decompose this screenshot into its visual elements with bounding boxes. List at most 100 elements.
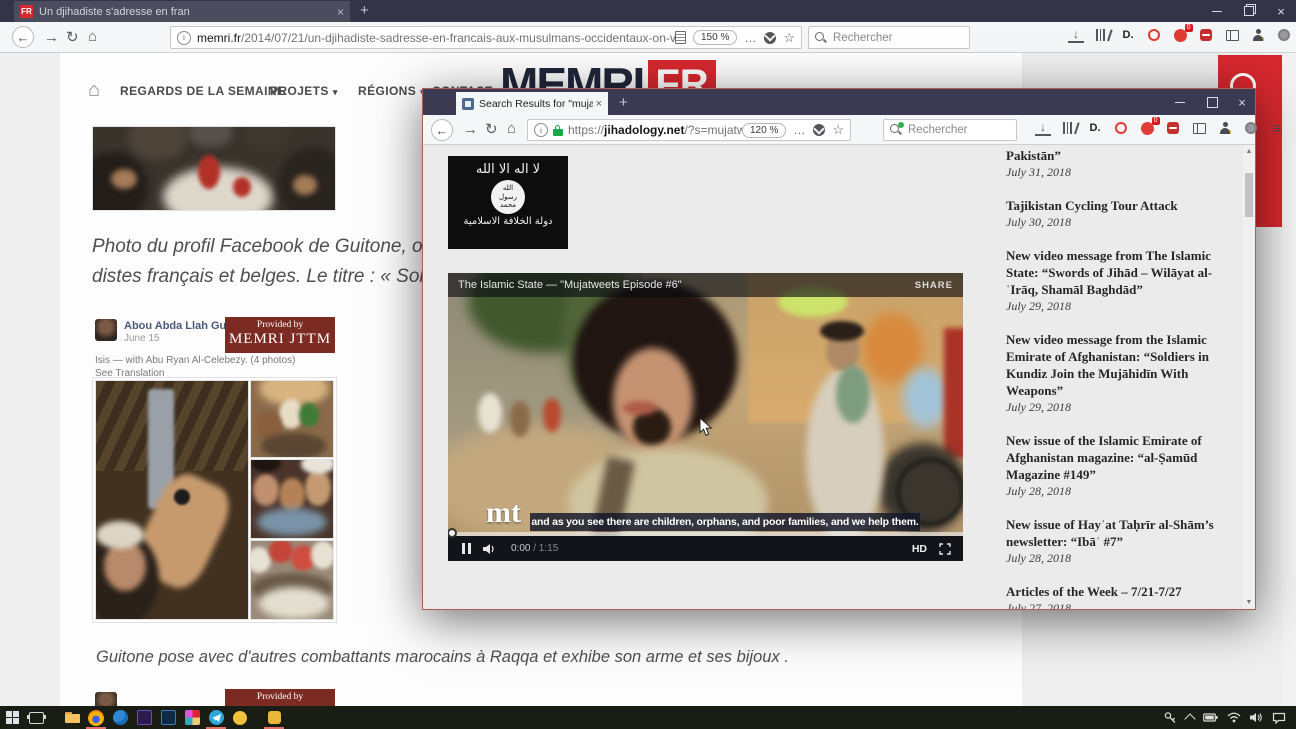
bg-back-button[interactable]: ← [12,26,34,48]
bg-reload-button[interactable]: ↻ [66,30,79,45]
fg-url-bar[interactable]: i https://jihadology.net/?s=mujatweet 12… [527,119,851,141]
fg-page-scrollbar[interactable]: ▲ ▼ [1243,145,1255,609]
task-view-button[interactable] [24,706,48,729]
fg-close-button[interactable]: × [1227,92,1257,112]
memri-home-icon[interactable]: ⌂ [88,80,100,100]
premiere-button[interactable] [132,706,156,729]
page-actions-icon[interactable]: … [744,31,757,45]
tray-expand-icon[interactable] [1184,713,1195,724]
downloads-icon[interactable]: ↓ [1068,28,1084,43]
fg-new-tab-button[interactable]: + [619,93,628,113]
article-link[interactable]: New video message from The Islamic State… [1006,247,1238,298]
extension-d-icon[interactable]: D. [1087,120,1103,136]
extension-o-icon[interactable] [1146,27,1162,43]
volume-icon[interactable] [483,543,497,555]
hd-button[interactable]: HD [912,543,927,555]
battery-icon[interactable] [1203,712,1218,723]
bg-close-button[interactable]: × [1266,1,1296,21]
fg-forward-button[interactable]: → [463,122,478,137]
bg-minimize-button[interactable] [1202,1,1232,21]
bg-home-button[interactable]: ⌂ [88,29,97,44]
article-link[interactable]: Articles of the Week – 7/21-7/27 [1006,583,1238,600]
photoshop-button[interactable] [156,706,180,729]
bg-tab-close-icon[interactable]: × [337,5,344,19]
bg-tab-memri[interactable]: FR Un djihadiste s'adresse en fran × [14,1,350,22]
fg-reload-button[interactable]: ↻ [485,122,498,137]
media-app-button[interactable] [180,706,204,729]
bg-forward-button[interactable]: → [44,30,59,45]
extension-blocker-icon[interactable] [1198,27,1214,43]
fg-back-button[interactable]: ← [431,119,453,141]
article-link[interactable]: Tajikistan Cycling Tour Attack [1006,197,1238,214]
fb-meta: Isis — with Abu Ryan Al-Celebezy. (4 pho… [95,355,295,366]
downloads-icon[interactable]: ↓ [1035,121,1051,136]
telegram-button[interactable] [204,706,228,729]
library-icon[interactable] [1061,120,1077,136]
volume-tray-icon[interactable] [1250,712,1263,723]
fg-tab-jihadology[interactable]: Search Results for "mujatweet" × [456,92,608,115]
fg-zoom-indicator[interactable]: 120 % [742,123,786,138]
extension-adblock-icon[interactable]: 0 [1139,120,1155,136]
fg-titlebar[interactable]: Search Results for "mujatweet" × + × [423,89,1255,115]
fg-search-input[interactable]: Rechercher [883,119,1017,141]
fullscreen-icon[interactable] [939,543,951,555]
windows-logo-icon [6,711,19,724]
bg-url-bar[interactable]: i memri.fr /2014/07/21/un-djihadiste-sad… [170,26,802,49]
extension-d-icon[interactable]: D. [1120,27,1136,43]
bg-new-tab-button[interactable]: + [360,1,369,21]
info-icon[interactable]: i [534,123,548,137]
smiley-app-button[interactable] [228,706,252,729]
premiere-icon [137,710,152,725]
bg-restore-button[interactable] [1234,1,1264,21]
extension-blocker-icon[interactable] [1165,120,1181,136]
pocket-icon[interactable] [764,32,776,44]
fg-maximize-button[interactable] [1197,92,1227,112]
memri-nav-projets[interactable]: PROJETS▾ [270,84,338,98]
yellow-app-button[interactable] [262,706,286,729]
bg-zoom-indicator[interactable]: 150 % [693,30,737,45]
fg-menu-button[interactable]: ≡ [1269,120,1285,136]
page-actions-icon[interactable]: … [793,123,806,137]
extension-circle-icon[interactable] [1276,27,1292,43]
extension-adblock-icon[interactable]: 0 [1172,27,1188,43]
firefox-button[interactable] [84,706,108,729]
start-button[interactable] [0,706,24,729]
reader-mode-icon[interactable] [675,31,686,44]
action-center-icon[interactable] [1272,712,1286,724]
wifi-icon[interactable] [1227,712,1241,723]
article-link[interactable]: New video message from the Islamic Emira… [1006,331,1238,399]
extension-circle-icon[interactable] [1243,120,1259,136]
account-person-icon[interactable] [1250,27,1266,43]
firefox-icon [88,710,104,726]
search-icon [890,124,902,136]
video-time: 0:00 / 1:15 [511,543,558,554]
video-share-button[interactable]: SHARE [915,280,953,291]
fg-minimize-button[interactable] [1165,92,1195,112]
pocket-icon[interactable] [813,124,825,136]
file-explorer-button[interactable] [60,706,84,729]
fg-home-button[interactable]: ⌂ [507,121,516,136]
article-link[interactable]: New issue of Hayʾat Taḥrīr al-Shām’s new… [1006,516,1238,550]
article-link[interactable]: New issue of the Islamic Emirate of Afgh… [1006,432,1238,483]
pause-button[interactable] [462,543,471,554]
bg-search-input[interactable]: Rechercher [808,26,970,49]
library-icon[interactable] [1094,27,1110,43]
fg-tab-close-icon[interactable]: × [596,98,602,110]
scroll-up-icon[interactable]: ▲ [1243,148,1255,155]
extension-o-icon[interactable] [1113,120,1129,136]
info-icon[interactable]: i [177,31,191,45]
bookmark-star-icon[interactable]: ☆ [783,30,795,46]
memri-nav-regards[interactable]: REGARDS DE LA SEMAINE [120,84,285,98]
sidebar-toggle-icon[interactable] [1191,120,1207,136]
fg-scrollbar-thumb[interactable] [1245,173,1253,217]
scroll-down-icon[interactable]: ▼ [1243,599,1255,606]
article-date: July 27, 2018 [1006,601,1238,609]
article-link[interactable]: Pakistān” [1006,147,1238,164]
sidebar-toggle-icon[interactable] [1224,27,1240,43]
bookmark-star-icon[interactable]: ☆ [832,122,844,138]
memri-nav-regions[interactable]: RÉGIONS▾ [358,84,425,98]
account-person-icon[interactable] [1217,120,1233,136]
blue-app-button[interactable] [108,706,132,729]
credentials-key-icon[interactable] [1164,711,1177,724]
yellow-app-icon [268,711,281,724]
